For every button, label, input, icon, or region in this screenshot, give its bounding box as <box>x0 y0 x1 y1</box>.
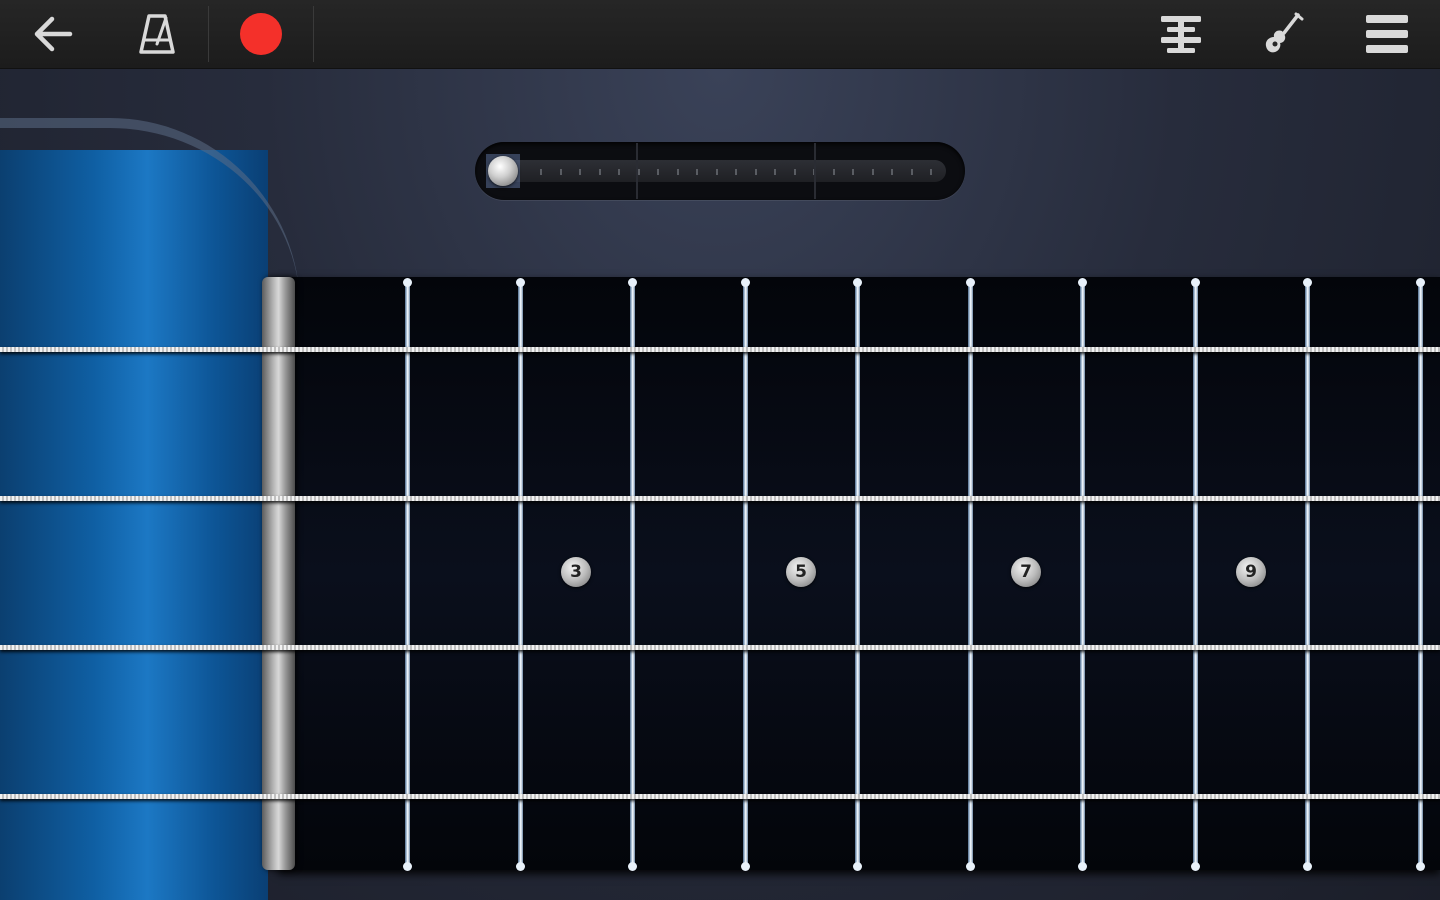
slider-section-divider <box>636 143 638 199</box>
fret-end-cap <box>1303 278 1312 287</box>
fret-end-cap <box>628 278 637 287</box>
slider-tick <box>638 169 640 175</box>
slider-tick <box>833 169 835 175</box>
menu-icon <box>1366 15 1408 53</box>
slider-tick <box>930 169 932 175</box>
string-2[interactable] <box>0 496 1440 501</box>
guitar-icon <box>1265 12 1304 53</box>
fret-wire <box>1305 280 1310 868</box>
fret-end-cap <box>1303 862 1312 871</box>
slider-tick <box>696 169 698 175</box>
fret-inlay-9: 9 <box>1236 557 1266 587</box>
fret-end-cap <box>403 862 412 871</box>
fret-inlay-5: 5 <box>786 557 816 587</box>
fret-end-cap <box>1416 278 1425 287</box>
fret-end-cap <box>516 862 525 871</box>
slider-tick <box>911 169 913 175</box>
inlay-number: 9 <box>1245 561 1257 582</box>
record-icon <box>240 13 282 55</box>
fret-end-cap <box>1191 862 1200 871</box>
string-4[interactable] <box>0 794 1440 799</box>
slider-tick <box>560 169 562 175</box>
fret-end-cap <box>1078 862 1087 871</box>
fret-wire <box>855 280 860 868</box>
slider-tick <box>872 169 874 175</box>
fret-wire <box>405 280 410 868</box>
slider-knob[interactable] <box>488 156 518 186</box>
slider-tick <box>716 169 718 175</box>
fret-end-cap <box>1416 862 1425 871</box>
slider-tick <box>891 169 893 175</box>
top-toolbar <box>0 0 1440 69</box>
fret-end-cap <box>516 278 525 287</box>
fret-end-cap <box>403 278 412 287</box>
fret-wire <box>743 280 748 868</box>
fret-end-cap <box>628 862 637 871</box>
fret-inlay-7: 7 <box>1011 557 1041 587</box>
slider-tick <box>599 169 601 175</box>
fret-end-cap <box>741 862 750 871</box>
slider-tick <box>735 169 737 175</box>
slider-tick <box>618 169 620 175</box>
instrument-button[interactable] <box>1252 0 1314 68</box>
chord-list-icon <box>1161 16 1201 53</box>
string-1[interactable] <box>0 347 1440 352</box>
slider-tick <box>579 169 581 175</box>
fret-end-cap <box>741 278 750 287</box>
fret-wire <box>518 280 523 868</box>
fret-inlay-3: 3 <box>561 557 591 587</box>
slider-tick <box>657 169 659 175</box>
inlay-number: 5 <box>795 561 807 582</box>
guitar-nut <box>262 277 295 870</box>
fret-end-cap <box>853 278 862 287</box>
record-button[interactable] <box>226 0 296 68</box>
slider-tick <box>540 169 542 175</box>
toolbar-divider <box>313 6 314 62</box>
fret-end-cap <box>1078 278 1087 287</box>
slider-section-divider <box>814 143 816 199</box>
inlay-number: 3 <box>570 561 582 582</box>
toolbar-divider <box>208 6 209 62</box>
fret-wire <box>1193 280 1198 868</box>
slider-tick <box>755 169 757 175</box>
fret-end-cap <box>853 862 862 871</box>
fret-wire <box>1418 280 1423 868</box>
slider-tick <box>852 169 854 175</box>
bass-guitar-app: 3 5 7 9 <box>0 0 1440 900</box>
fret-wire <box>968 280 973 868</box>
slider-tick <box>774 169 776 175</box>
fret-end-cap <box>966 862 975 871</box>
chord-list-button[interactable] <box>1150 0 1212 68</box>
fret-end-cap <box>1191 278 1200 287</box>
string-3[interactable] <box>0 645 1440 650</box>
metronome-button[interactable] <box>126 0 188 68</box>
back-button[interactable] <box>22 0 84 68</box>
slider-tick <box>794 169 796 175</box>
back-arrow-icon <box>34 16 73 52</box>
fret-wire <box>630 280 635 868</box>
menu-button[interactable] <box>1356 0 1418 68</box>
metronome-icon <box>139 14 175 54</box>
fret-wire <box>1080 280 1085 868</box>
inlay-number: 7 <box>1020 561 1032 582</box>
fret-end-cap <box>966 278 975 287</box>
slider-tick <box>677 169 679 175</box>
